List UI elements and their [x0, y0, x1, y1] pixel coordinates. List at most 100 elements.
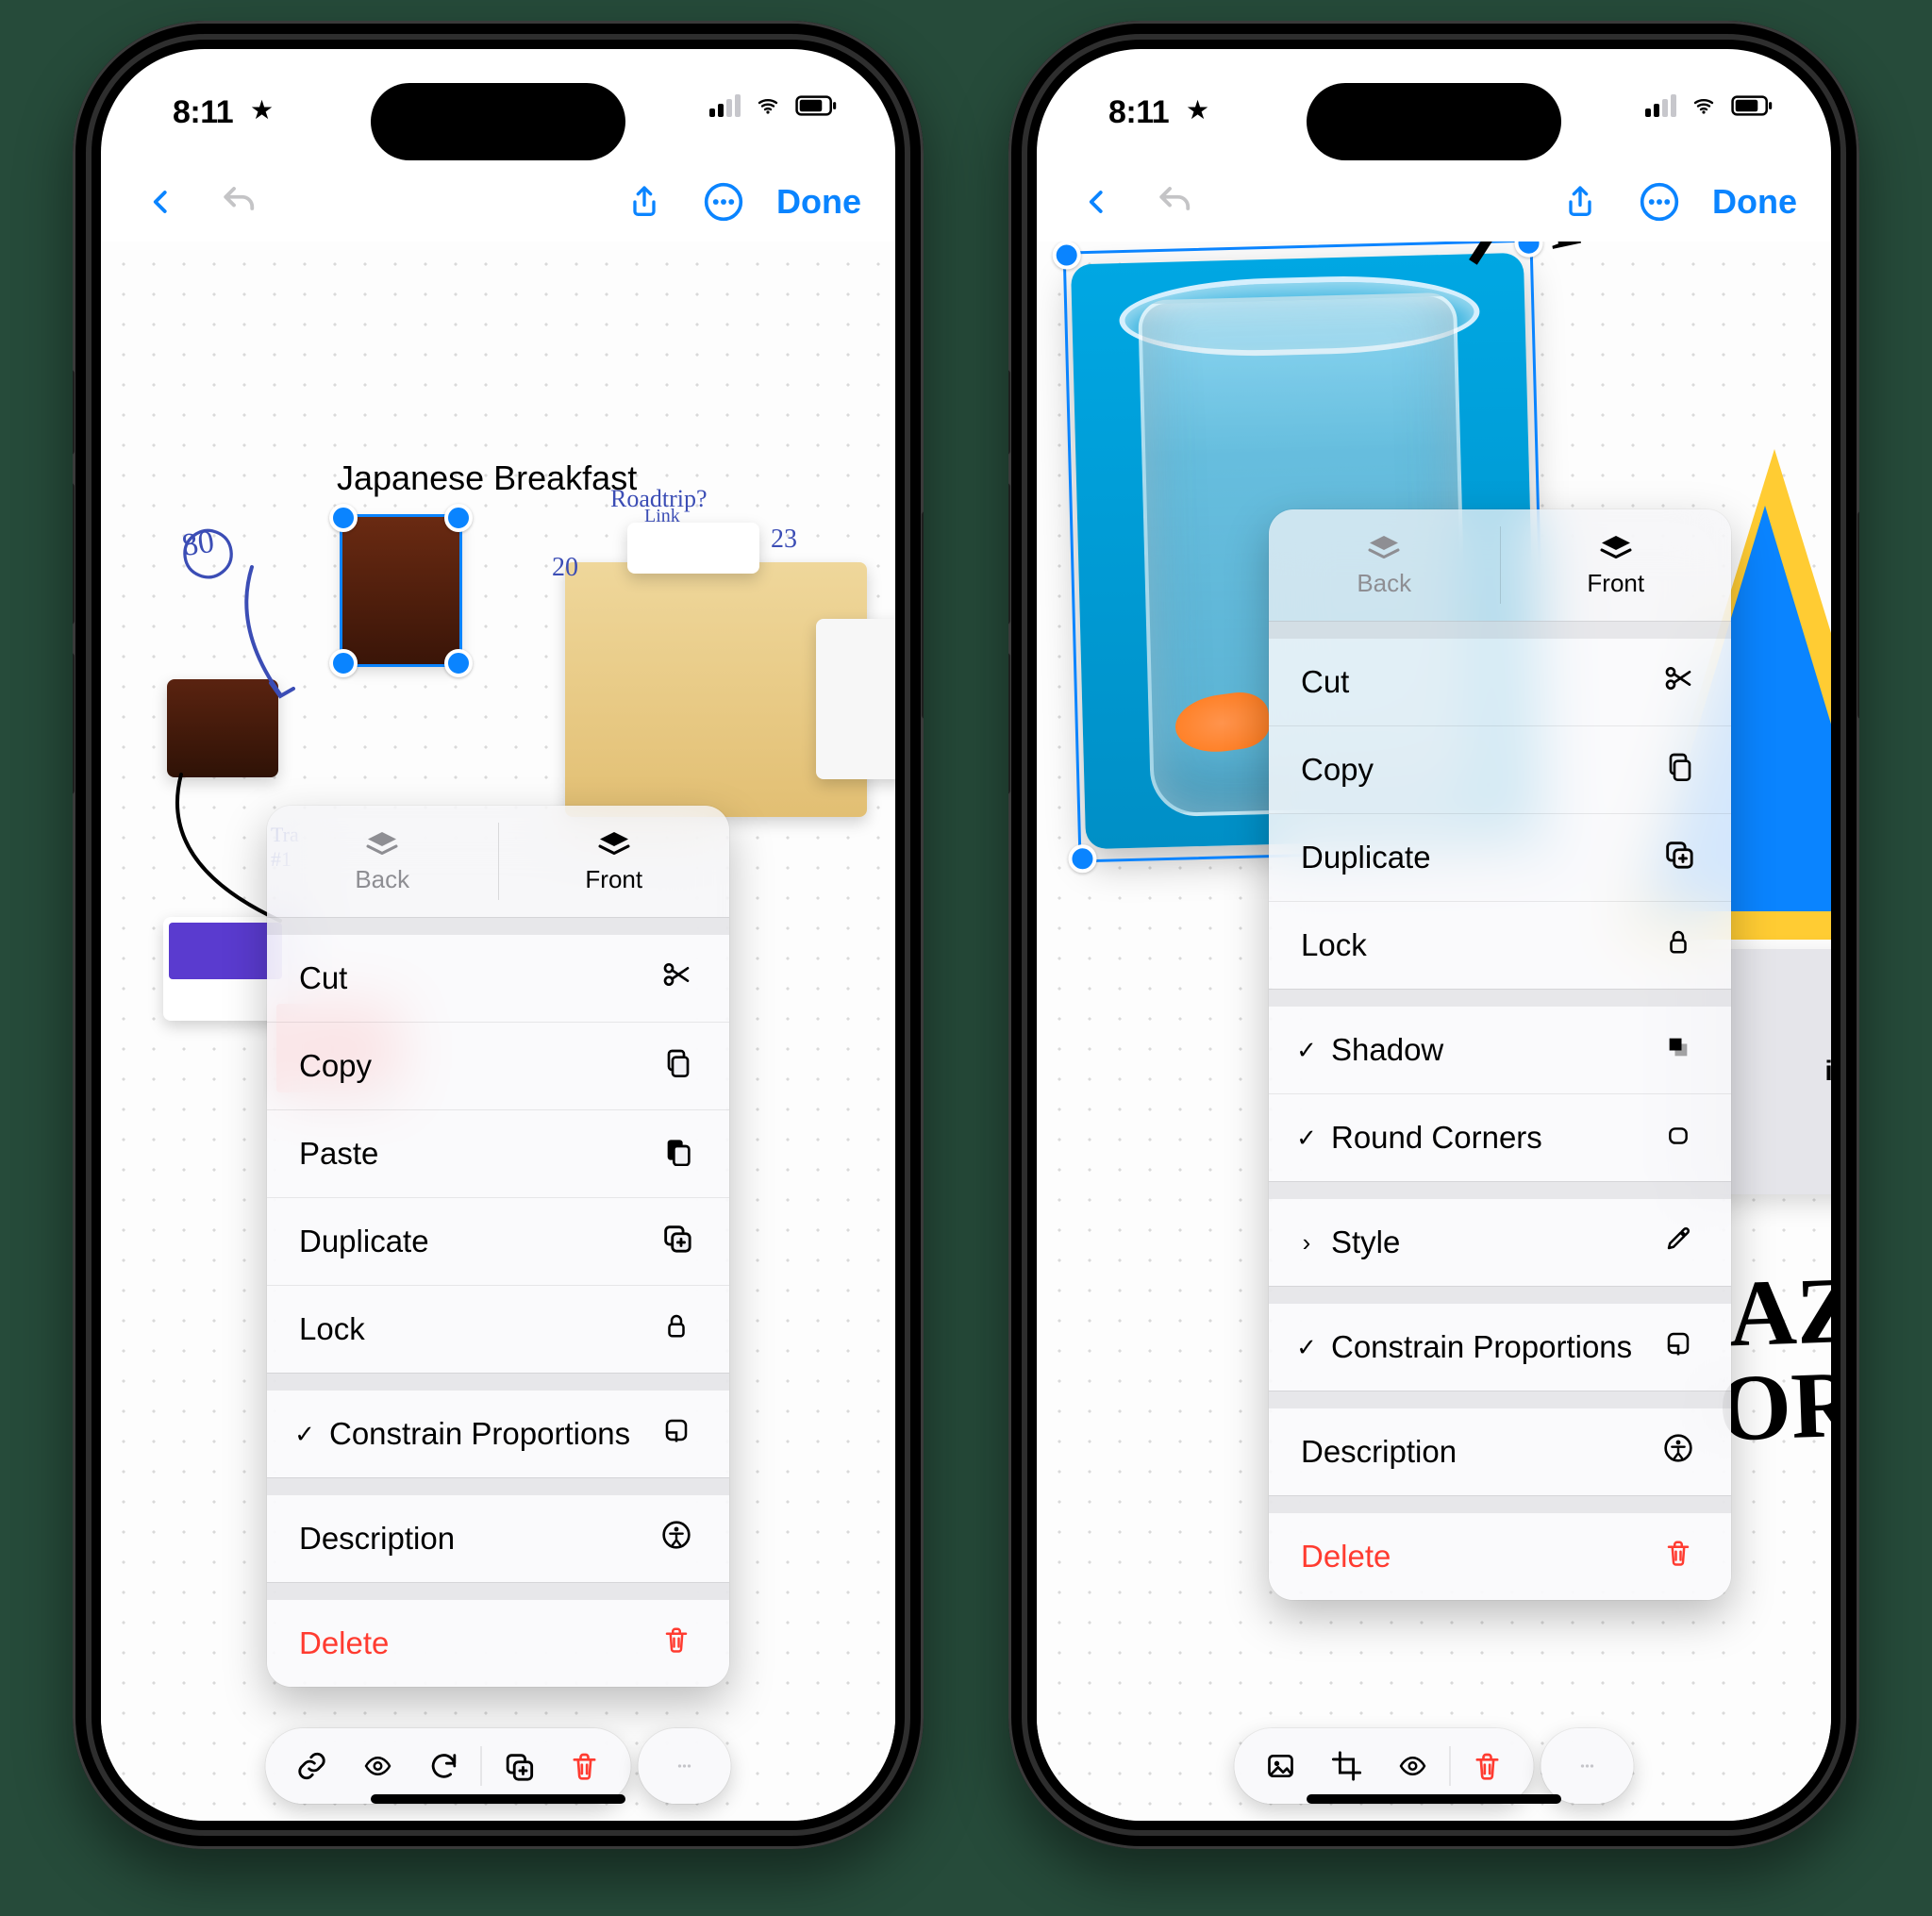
menu-item-lock[interactable]: Lock — [1269, 901, 1731, 989]
menu-item-copy[interactable]: Copy — [267, 1022, 729, 1109]
share-button[interactable] — [1554, 175, 1607, 228]
checkmark-icon: ✓ — [1290, 1333, 1324, 1362]
canvas[interactable]: Japanese Breakfast — [101, 242, 895, 1821]
seg-label: Back — [1357, 569, 1411, 598]
phone-left: 8:11 ★ Done — [73, 21, 924, 1849]
menu-item-paste[interactable]: Paste — [267, 1109, 729, 1197]
menu-item-style[interactable]: ›Style — [1269, 1199, 1731, 1286]
layers-back-icon — [365, 829, 399, 858]
menu-item-duplicate[interactable]: Duplicate — [267, 1197, 729, 1285]
send-to-back-button[interactable]: Back — [267, 806, 498, 917]
toolbar-more-button[interactable] — [652, 1738, 718, 1794]
menu-item-description[interactable]: Description — [267, 1495, 729, 1582]
back-button[interactable] — [135, 175, 188, 228]
menu-item-description[interactable]: Description — [1269, 1408, 1731, 1495]
seg-label: Front — [585, 865, 642, 894]
toolbar-delete-button[interactable] — [552, 1738, 618, 1794]
status-star-icon: ★ — [1186, 94, 1209, 125]
menu-item-delete[interactable]: Delete — [267, 1600, 729, 1687]
bring-to-front-button[interactable]: Front — [499, 806, 730, 917]
nav-bar: Done — [101, 162, 895, 242]
arrange-segment: Back Front — [267, 806, 729, 917]
selection-frame — [340, 514, 462, 667]
toolbar-crop-button[interactable] — [1314, 1738, 1380, 1794]
constrain-icon — [1657, 1329, 1699, 1365]
ink-annotation[interactable]: 20 — [552, 553, 578, 583]
menu-item-round-corners[interactable]: ✓Round Corners — [1269, 1093, 1731, 1181]
menu-item-constrain-proportions[interactable]: ✓Constrain Proportions — [1269, 1304, 1731, 1391]
nav-bar: Done — [1037, 162, 1831, 242]
menu-item-shadow[interactable]: ✓Shadow — [1269, 1007, 1731, 1093]
phone-right: 8:11 ★ Done — [1008, 21, 1859, 1849]
more-button[interactable] — [697, 175, 750, 228]
ink-annotation[interactable]: 23 — [771, 525, 797, 555]
toolbar-preview-button[interactable] — [345, 1738, 411, 1794]
map-card[interactable] — [816, 619, 895, 779]
copy-icon — [1657, 750, 1699, 790]
toolbar-more-button[interactable] — [1555, 1738, 1621, 1794]
battery-icon — [1731, 95, 1773, 116]
back-button[interactable] — [1071, 175, 1124, 228]
share-button[interactable] — [618, 175, 671, 228]
toolbar-image-button[interactable] — [1248, 1738, 1314, 1794]
ink-marker[interactable]: AZ — [1727, 1268, 1831, 1358]
done-button[interactable]: Done — [1712, 182, 1797, 222]
more-button[interactable] — [1633, 175, 1686, 228]
status-time: 8:11 — [173, 94, 233, 131]
trash-icon — [1657, 1538, 1699, 1575]
menu-item-delete[interactable]: Delete — [1269, 1513, 1731, 1600]
signal-icon — [709, 94, 741, 117]
trash-icon — [656, 1624, 697, 1662]
scissors-icon — [656, 959, 697, 997]
menu-item-lock[interactable]: Lock — [267, 1285, 729, 1373]
ink-annotation[interactable]: Link — [644, 506, 680, 527]
toolbar-duplicate-button[interactable] — [486, 1738, 552, 1794]
duplicate-icon — [1657, 838, 1699, 877]
duplicate-icon — [656, 1222, 697, 1261]
undo-button[interactable] — [1150, 175, 1203, 228]
inspector-menu: Back Front Cut Copy Paste Duplica — [267, 806, 729, 1687]
toolbar-delete-button[interactable] — [1455, 1738, 1521, 1794]
dynamic-island — [371, 83, 625, 160]
status-time: 8:11 — [1108, 94, 1169, 131]
menu-item-cut[interactable]: Cut — [1269, 639, 1731, 725]
layers-back-icon — [1367, 533, 1401, 561]
lock-icon — [1657, 926, 1699, 964]
contact-card[interactable] — [627, 523, 759, 574]
copy-icon — [656, 1046, 697, 1086]
menu-item-cut[interactable]: Cut — [267, 935, 729, 1022]
menu-item-copy[interactable]: Copy — [1269, 725, 1731, 813]
seg-label: Front — [1587, 569, 1644, 598]
signal-icon — [1645, 94, 1676, 117]
canvas-text-title[interactable]: Japanese Breakfast — [337, 458, 637, 498]
done-button[interactable]: Done — [776, 182, 861, 222]
home-indicator[interactable] — [371, 1794, 625, 1804]
ink-marker[interactable]: OR — [1716, 1361, 1831, 1451]
undo-button[interactable] — [214, 175, 267, 228]
battery-icon — [795, 95, 837, 116]
object-toolbar — [1235, 1728, 1634, 1804]
eyedropper-icon — [1657, 1225, 1699, 1260]
shadow-icon — [1657, 1033, 1699, 1068]
status-star-icon: ★ — [250, 94, 274, 125]
toolbar-preview-button[interactable] — [1380, 1738, 1446, 1794]
send-to-back-button[interactable]: Back — [1269, 509, 1500, 621]
canvas[interactable]: ip ↗ PNC AZ — [1037, 242, 1831, 1821]
home-indicator[interactable] — [1307, 1794, 1561, 1804]
wifi-icon — [1690, 94, 1718, 117]
bring-to-front-button[interactable]: Front — [1501, 509, 1732, 621]
seg-label: Back — [355, 865, 409, 894]
toolbar-rotate-button[interactable] — [411, 1738, 477, 1794]
menu-item-constrain-proportions[interactable]: ✓Constrain Proportions — [267, 1391, 729, 1477]
arrange-segment: Back Front — [1269, 509, 1731, 621]
accessibility-icon — [656, 1520, 697, 1558]
object-toolbar — [266, 1728, 731, 1804]
toolbar-link-button[interactable] — [279, 1738, 345, 1794]
menu-item-duplicate[interactable]: Duplicate — [1269, 813, 1731, 901]
ink-marker[interactable]: ↗ PNC — [1447, 242, 1724, 279]
layers-front-icon — [1599, 533, 1633, 561]
chevron-right-icon: › — [1290, 1228, 1324, 1258]
checkmark-icon: ✓ — [1290, 1124, 1324, 1153]
inspector-menu: Back Front Cut Copy Duplicate Loc — [1269, 509, 1731, 1600]
wifi-icon — [754, 94, 782, 117]
